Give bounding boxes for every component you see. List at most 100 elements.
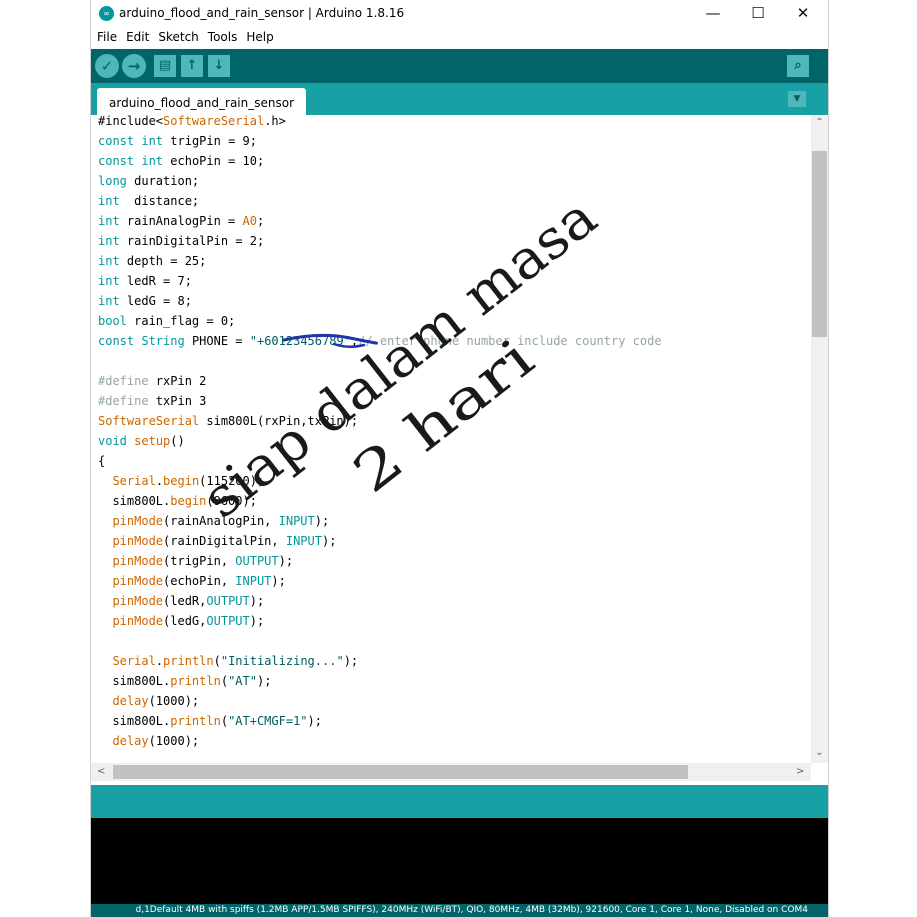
- code-line: {: [98, 455, 105, 475]
- scroll-left-icon[interactable]: <: [97, 766, 105, 777]
- code-token: long: [98, 174, 127, 188]
- code-token: pinMode: [112, 614, 164, 628]
- code-token: OUTPUT: [206, 594, 250, 608]
- menu-file[interactable]: File: [94, 30, 120, 44]
- menu-edit[interactable]: Edit: [123, 30, 152, 44]
- open-sketch-button[interactable]: ↑: [181, 55, 203, 77]
- menu-tools[interactable]: Tools: [205, 30, 241, 44]
- menu-sketch[interactable]: Sketch: [155, 30, 201, 44]
- code-token: (): [170, 434, 185, 448]
- tab-bar: arduino_flood_and_rain_sensor ▼: [91, 83, 828, 115]
- code-token: pinMode: [112, 514, 164, 528]
- vertical-scrollbar[interactable]: ⌃ ⌄: [811, 115, 828, 763]
- save-sketch-button[interactable]: ↓: [208, 55, 230, 77]
- tab-menu-chevron-down-icon[interactable]: ▼: [788, 91, 806, 107]
- code-token: SoftwareSerial: [98, 414, 200, 428]
- minimize-button[interactable]: —: [698, 4, 728, 24]
- code-line: sim800L.println("AT+CMGF=1");: [98, 715, 322, 735]
- code-token: (1000);: [148, 734, 200, 748]
- serial-monitor-button[interactable]: ⌕: [787, 55, 809, 77]
- code-token: );: [307, 714, 322, 728]
- tab-sketch[interactable]: arduino_flood_and_rain_sensor: [97, 88, 307, 115]
- code-editor[interactable]: #include<SoftwareSerial.h> const int trig…: [91, 115, 811, 763]
- code-token: delay: [112, 734, 149, 748]
- close-button[interactable]: ✕: [788, 4, 818, 24]
- code-line: SoftwareSerial sim800L(rxPin,txPin);: [98, 415, 358, 435]
- code-token: rxPin 2: [148, 374, 207, 388]
- menu-help[interactable]: Help: [243, 30, 276, 44]
- code-token: );: [343, 654, 359, 668]
- code-token: .: [155, 474, 164, 488]
- code-token: );: [256, 674, 272, 688]
- code-token: .: [155, 654, 164, 668]
- code-token: println: [170, 714, 221, 728]
- code-token: (1000);: [148, 694, 200, 708]
- code-token: delay: [112, 694, 149, 708]
- console-output[interactable]: [91, 818, 828, 904]
- code-token: );: [321, 534, 337, 548]
- code-token: setup: [134, 434, 171, 448]
- code-token: (9600);: [206, 494, 257, 508]
- code-line: #include<SoftwareSerial.h>: [98, 115, 286, 135]
- code-token: ledG = 8;: [119, 294, 192, 308]
- code-token: "AT+CMGF=1": [228, 714, 308, 728]
- code-line: void setup(): [98, 435, 185, 455]
- code-token: (115200);: [199, 474, 265, 488]
- maximize-button[interactable]: ☐: [743, 4, 773, 24]
- horizontal-scroll-thumb[interactable]: [113, 765, 688, 779]
- code-line: bool rain_flag = 0;: [98, 315, 235, 335]
- code-line: int ledG = 8;: [98, 295, 192, 315]
- code-token: begin: [163, 474, 200, 488]
- scroll-right-icon[interactable]: >: [796, 766, 804, 777]
- code-token: {: [98, 454, 106, 468]
- vertical-scroll-thumb[interactable]: [812, 151, 827, 337]
- code-line: pinMode(rainAnalogPin, INPUT);: [98, 515, 329, 535]
- checkmark-icon: ✓: [100, 57, 114, 75]
- code-token: (rainDigitalPin,: [163, 534, 286, 548]
- horizontal-scrollbar[interactable]: < >: [91, 763, 811, 781]
- code-token: rainDigitalPin = 2;: [119, 234, 265, 248]
- code-token: rainAnalogPin =: [119, 214, 243, 228]
- new-sketch-button[interactable]: ▤: [154, 55, 176, 77]
- code-token: trigPin = 9;: [163, 134, 257, 148]
- code-token: (ledR,: [163, 594, 207, 608]
- code-token: Serial: [112, 474, 156, 488]
- code-line: pinMode(rainDigitalPin, INPUT);: [98, 535, 336, 555]
- code-line: pinMode(trigPin, OUTPUT);: [98, 555, 293, 575]
- code-line: sim800L.begin(9600);: [98, 495, 257, 515]
- code-token: ;: [256, 214, 265, 228]
- upload-button[interactable]: →: [122, 54, 146, 78]
- code-token: INPUT: [235, 574, 272, 588]
- code-token: #define: [98, 394, 149, 408]
- code-token: pinMode: [112, 574, 164, 588]
- scroll-up-icon[interactable]: ⌃: [811, 117, 828, 128]
- code-line: const int trigPin = 9;: [98, 135, 257, 155]
- arrow-right-icon: →: [127, 57, 141, 75]
- code-line: #define rxPin 2: [98, 375, 206, 395]
- verify-button[interactable]: ✓: [95, 54, 119, 78]
- code-line: long duration;: [98, 175, 199, 195]
- code-line: pinMode(echoPin, INPUT);: [98, 574, 285, 595]
- code-line: sim800L.println("AT");: [98, 675, 271, 695]
- new-file-icon: ▤: [158, 58, 172, 73]
- code-token: ledR = 7;: [119, 274, 192, 288]
- serial-monitor-magnifier-icon: ⌕: [794, 58, 802, 73]
- code-token: int: [141, 134, 164, 148]
- code-token: (echoPin,: [163, 574, 236, 588]
- code-token: (rainAnalogPin,: [163, 514, 279, 528]
- code-token: duration;: [126, 174, 200, 188]
- code-token: (: [220, 714, 229, 728]
- scroll-down-icon[interactable]: ⌄: [811, 747, 828, 758]
- arduino-ide-window: ∞ arduino_flood_and_rain_sensor | Arduin…: [90, 0, 829, 917]
- message-area: [91, 785, 828, 818]
- code-line: const String PHONE = "+60123456789";// e…: [98, 335, 662, 355]
- code-line: int rainAnalogPin = A0;: [98, 215, 264, 235]
